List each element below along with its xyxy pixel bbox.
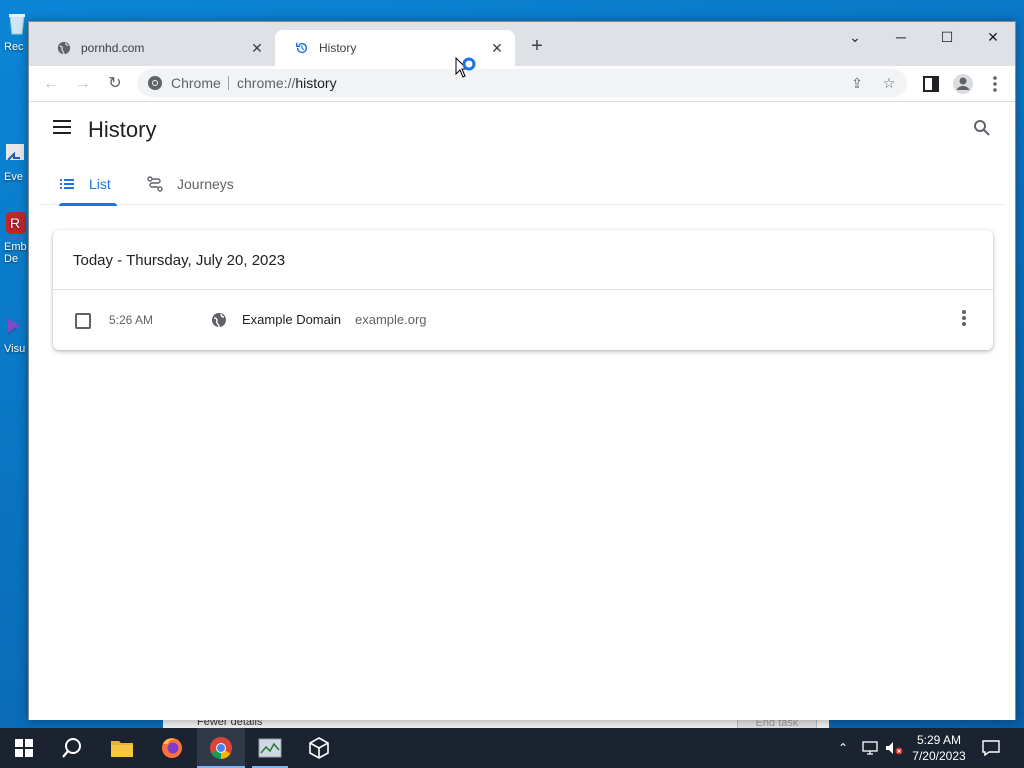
history-icon xyxy=(296,42,308,54)
volume-muted-icon[interactable] xyxy=(885,728,905,768)
app-shortcut-icon: R xyxy=(6,212,26,234)
side-panel-icon[interactable] xyxy=(919,72,943,96)
tab-strip: pornhd.com ✕ History ✕ + ⌄ ─ ☐ ✕ xyxy=(29,22,1015,66)
taskbar-clock[interactable]: 5:29 AM 7/20/2023 xyxy=(908,732,970,764)
notifications-icon[interactable] xyxy=(982,728,1002,768)
show-hidden-icons-chevron-up-icon[interactable]: ⌃ xyxy=(838,728,856,768)
close-window-button[interactable]: ✕ xyxy=(978,26,1008,48)
chrome-logo-icon xyxy=(148,76,162,90)
share-icon[interactable]: ⇪ xyxy=(847,73,867,93)
chrome-taskbar-button[interactable] xyxy=(197,728,245,768)
new-tab-button[interactable]: + xyxy=(527,36,547,56)
reload-button[interactable]: ↻ xyxy=(103,72,127,96)
entry-more-actions-icon[interactable] xyxy=(961,310,967,330)
globe-icon xyxy=(57,41,71,55)
tab-title: History xyxy=(319,41,357,55)
svg-text:R: R xyxy=(10,215,20,231)
history-day-card: Today - Thursday, July 20, 2023 5:26 AM … xyxy=(53,230,993,350)
omnibox-separator xyxy=(228,76,229,90)
tab-search-chevron-down-icon[interactable]: ⌄ xyxy=(840,26,870,48)
date-heading: Today - Thursday, July 20, 2023 xyxy=(73,252,286,269)
minimize-button[interactable]: ─ xyxy=(886,26,916,48)
hamburger-menu-icon[interactable] xyxy=(53,120,71,134)
history-entry[interactable]: 5:26 AM Example Domain example.org xyxy=(53,290,993,350)
folder-icon xyxy=(111,741,133,757)
history-page: History List Journeys Today - Thursday, … xyxy=(29,103,1015,720)
bookmark-star-icon[interactable]: ☆ xyxy=(879,73,899,93)
task-manager-taskbar-button[interactable] xyxy=(246,728,294,768)
omnibox-url[interactable]: chrome://history xyxy=(237,75,337,91)
forward-button[interactable]: → xyxy=(71,72,95,96)
entry-title-link[interactable]: Example Domain xyxy=(242,312,341,327)
globe-icon xyxy=(212,313,226,328)
file-explorer-button[interactable] xyxy=(98,728,146,768)
start-button[interactable] xyxy=(0,728,48,768)
taskbar-search-button[interactable] xyxy=(48,728,96,768)
tab-list[interactable]: List xyxy=(59,163,117,206)
maximize-button[interactable]: ☐ xyxy=(932,26,962,48)
clock-time: 5:29 AM xyxy=(916,733,962,747)
url-path: history xyxy=(295,75,337,91)
page-title: History xyxy=(88,117,157,142)
tab-label: List xyxy=(89,176,111,192)
network-icon[interactable] xyxy=(862,728,880,768)
history-view-tabs: List Journeys xyxy=(39,163,1005,206)
taskbar: ⌃ 5:29 AM 7/20/2023 xyxy=(0,728,1024,768)
firefox-button[interactable] xyxy=(148,728,196,768)
tab-close-icon[interactable]: ✕ xyxy=(489,40,505,56)
tab-title: pornhd.com xyxy=(81,41,145,55)
address-bar[interactable]: Chrome chrome://history ⇪ ☆ xyxy=(137,69,907,97)
list-icon xyxy=(60,179,74,189)
chrome-icon xyxy=(210,737,232,759)
speaker-muted-icon xyxy=(886,742,903,755)
action-center-icon xyxy=(982,740,1000,756)
clock-date: 7/20/2023 xyxy=(912,749,966,763)
more-menu-icon[interactable] xyxy=(983,72,1007,96)
shortcut-icon xyxy=(6,144,24,161)
entry-time: 5:26 AM xyxy=(109,313,154,327)
chrome-window: pornhd.com ✕ History ✕ + ⌄ ─ ☐ ✕ ← → ↻ C… xyxy=(28,21,1016,720)
recycle-bin-icon xyxy=(9,14,25,35)
3d-app-button[interactable] xyxy=(295,728,343,768)
tab-label: Journeys xyxy=(177,176,234,192)
firefox-icon xyxy=(162,738,182,758)
cube-icon xyxy=(309,737,329,759)
entry-checkbox[interactable] xyxy=(75,313,91,329)
browser-toolbar: ← → ↻ Chrome chrome://history ⇪ ☆ xyxy=(29,66,1015,102)
busy-cursor-icon xyxy=(455,57,476,78)
tab-journeys[interactable]: Journeys xyxy=(147,163,234,205)
windows-logo-icon xyxy=(15,739,33,757)
tab-close-icon[interactable]: ✕ xyxy=(249,40,265,56)
visual-studio-icon xyxy=(7,318,20,335)
back-button[interactable]: ← xyxy=(39,72,63,96)
task-manager-icon xyxy=(258,738,282,758)
network-monitor-icon xyxy=(862,741,878,755)
search-icon[interactable] xyxy=(973,119,991,137)
profile-avatar-icon[interactable] xyxy=(951,72,975,96)
url-scheme: chrome:// xyxy=(237,75,296,91)
journeys-icon xyxy=(147,176,163,192)
tab-pornhd[interactable]: pornhd.com ✕ xyxy=(37,30,275,66)
entry-domain: example.org xyxy=(355,312,427,327)
omnibox-chrome-label: Chrome xyxy=(171,75,221,91)
search-icon xyxy=(62,738,81,758)
